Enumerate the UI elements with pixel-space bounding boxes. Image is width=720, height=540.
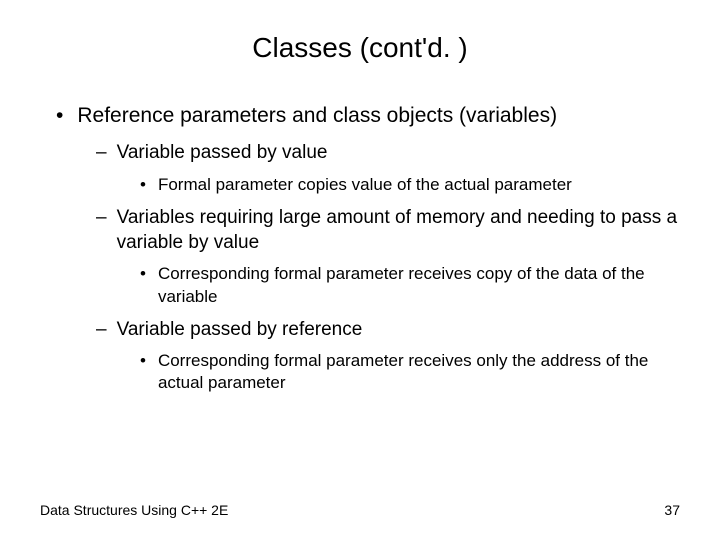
bullet-level-2: – Variable passed by value [96, 141, 680, 166]
footer: Data Structures Using C++ 2E 37 [40, 502, 680, 518]
slide-title: Classes (cont'd. ) [40, 32, 680, 64]
bullet-text: Reference parameters and class objects (… [77, 102, 557, 129]
bullet-dot-icon: • [140, 350, 146, 372]
bullet-dot-icon: • [140, 263, 146, 285]
bullet-text: Variables requiring large amount of memo… [117, 206, 680, 255]
bullet-dash-icon: – [96, 206, 107, 231]
bullet-level-1: • Reference parameters and class objects… [52, 102, 680, 129]
bullet-dot-icon: • [56, 102, 63, 129]
bullet-text: Variable passed by value [117, 141, 328, 166]
bullet-level-3: • Formal parameter copies value of the a… [140, 174, 680, 196]
slide: Classes (cont'd. ) • Reference parameter… [0, 0, 720, 540]
bullet-dot-icon: • [140, 174, 146, 196]
bullet-text: Formal parameter copies value of the act… [158, 174, 572, 196]
footer-left: Data Structures Using C++ 2E [40, 502, 228, 518]
bullet-dash-icon: – [96, 141, 107, 166]
bullet-level-2: – Variable passed by reference [96, 318, 680, 343]
bullet-text: Corresponding formal parameter receives … [158, 263, 680, 307]
bullet-text: Corresponding formal parameter receives … [158, 350, 680, 394]
footer-page-number: 37 [664, 502, 680, 518]
bullet-level-2: – Variables requiring large amount of me… [96, 206, 680, 255]
bullet-dash-icon: – [96, 318, 107, 343]
slide-content: • Reference parameters and class objects… [40, 102, 680, 395]
bullet-level-3: • Corresponding formal parameter receive… [140, 350, 680, 394]
bullet-text: Variable passed by reference [117, 318, 363, 343]
bullet-level-3: • Corresponding formal parameter receive… [140, 263, 680, 307]
